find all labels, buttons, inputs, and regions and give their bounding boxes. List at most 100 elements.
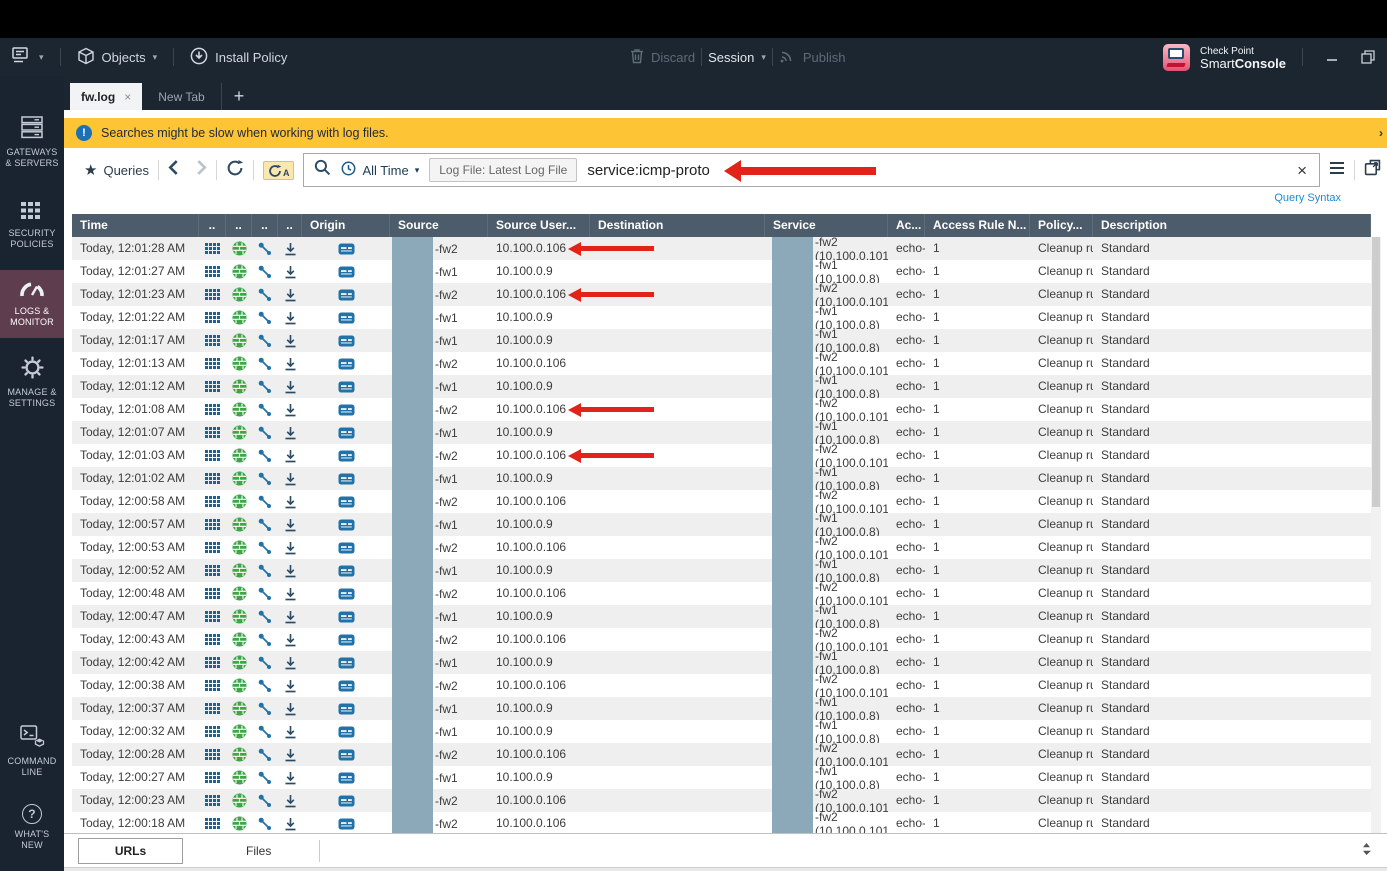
bottom-panel-tabs: URLs Files [64, 833, 1387, 867]
table-row[interactable]: Today, 12:01:07 AM -fw1 10.100.0.9 -fw1 … [72, 421, 1371, 444]
menu-icon[interactable] [1329, 161, 1345, 180]
redaction-overlay [772, 605, 813, 628]
tab-files[interactable]: Files [228, 844, 289, 858]
destination-label: -fw2 (10.100.0.101) [815, 789, 888, 812]
table-row[interactable]: Today, 12:00:23 AM -fw2 10.100.0.106 -fw… [72, 789, 1371, 812]
restore-button[interactable] [1355, 46, 1381, 68]
table-row[interactable]: Today, 12:00:52 AM -fw1 10.100.0.9 -fw1 … [72, 559, 1371, 582]
column-header[interactable]: .. [252, 214, 278, 237]
column-header[interactable]: Ac... [888, 214, 925, 237]
close-icon[interactable]: × [124, 90, 131, 104]
column-header[interactable]: Access Rule N... [925, 214, 1030, 237]
add-tab-button[interactable]: + [221, 83, 257, 110]
table-row[interactable]: Today, 12:01:12 AM -fw1 10.100.0.9 -fw1 … [72, 375, 1371, 398]
column-header[interactable]: Source [390, 214, 488, 237]
time-filter-dropdown[interactable]: All Time ▾ [341, 161, 419, 179]
column-header[interactable]: .. [278, 214, 302, 237]
tab-new-tab[interactable]: New Tab [142, 83, 220, 110]
collapse-panel-icon[interactable] [1362, 842, 1371, 860]
tab-fwlog[interactable]: fw.log × [70, 83, 142, 110]
forward-button[interactable] [196, 160, 207, 180]
table-row[interactable]: Today, 12:00:32 AM -fw1 10.100.0.9 -fw1 … [72, 720, 1371, 743]
source-ip: 10.100.0.9 [496, 471, 553, 485]
export-log-icon [278, 513, 302, 536]
sidebar-item-security-policies[interactable]: SECURITYPOLICIES [0, 191, 64, 260]
firewall-blade-icon [226, 306, 252, 329]
table-row[interactable]: Today, 12:00:48 AM -fw2 10.100.0.106 -fw… [72, 582, 1371, 605]
vertical-scrollbar[interactable] [1371, 237, 1381, 833]
table-row[interactable]: Today, 12:01:02 AM -fw1 10.100.0.9 -fw1 … [72, 467, 1371, 490]
sidebar-item-manage-settings[interactable]: MANAGE &SETTINGS [0, 346, 64, 419]
column-header[interactable]: Destination [590, 214, 765, 237]
publish-button[interactable]: Publish [779, 48, 846, 67]
column-header[interactable]: Description [1093, 214, 1371, 237]
minimize-button[interactable] [1319, 46, 1345, 68]
clear-query-icon[interactable]: × [1297, 162, 1307, 179]
table-row[interactable]: Today, 12:01:22 AM -fw1 10.100.0.9 -fw1 … [72, 306, 1371, 329]
source-ip: 10.100.0.106 [496, 632, 566, 646]
app-menu-button[interactable]: ▾ [12, 47, 44, 67]
table-row[interactable]: Today, 12:01:03 AM -fw2 10.100.0.106 -fw… [72, 444, 1371, 467]
table-row[interactable]: Today, 12:01:27 AM -fw1 10.100.0.9 -fw1 … [72, 260, 1371, 283]
sidebar-item-whats-new[interactable]: ? WHAT'SNEW [0, 794, 64, 861]
connection-icon [252, 513, 278, 536]
info-icon: ! [76, 125, 92, 141]
destination-label: -fw1 (10.100.0.8) [815, 697, 888, 720]
tab-urls[interactable]: URLs [78, 838, 183, 864]
connection-icon [252, 375, 278, 398]
table-row[interactable]: Today, 12:00:53 AM -fw2 10.100.0.106 -fw… [72, 536, 1371, 559]
table-row[interactable]: Today, 12:01:08 AM -fw2 10.100.0.106 -fw… [72, 398, 1371, 421]
back-button[interactable] [168, 160, 179, 180]
log-table-icon [199, 260, 226, 283]
install-policy-button[interactable]: Install Policy [190, 47, 287, 68]
sidebar-item-logs-monitor[interactable]: LOGS &MONITOR [0, 270, 64, 338]
redaction-overlay [772, 375, 813, 398]
column-header[interactable]: .. [199, 214, 226, 237]
column-header[interactable]: Service [765, 214, 888, 237]
connection-icon [252, 766, 278, 789]
table-row[interactable]: Today, 12:00:47 AM -fw1 10.100.0.9 -fw1 … [72, 605, 1371, 628]
table-row[interactable]: Today, 12:01:17 AM -fw1 10.100.0.9 -fw1 … [72, 329, 1371, 352]
auto-refresh-toggle[interactable]: A [263, 161, 295, 180]
scrollbar-thumb[interactable] [1372, 237, 1380, 507]
discard-button[interactable]: Discard [630, 48, 695, 67]
refresh-button[interactable] [226, 159, 244, 182]
table-row[interactable]: Today, 12:00:42 AM -fw1 10.100.0.9 -fw1 … [72, 651, 1371, 674]
table-row[interactable]: Today, 12:00:28 AM -fw2 10.100.0.106 -fw… [72, 743, 1371, 766]
column-header[interactable]: Origin [302, 214, 390, 237]
banner-expand-chevron-icon[interactable]: › [1379, 126, 1383, 140]
firewall-blade-icon [226, 490, 252, 513]
query-syntax-link[interactable]: Query Syntax [1274, 192, 1341, 212]
queries-button[interactable]: ★ Queries [84, 161, 149, 179]
destination-label: -fw2 (10.100.0.101) [815, 628, 888, 651]
cell-policy: Standard [1093, 260, 1371, 283]
log-file-chip[interactable]: Log File: Latest Log File [429, 158, 577, 182]
column-header[interactable]: Policy... [1030, 214, 1093, 237]
sidebar-item-gateways-servers[interactable]: GATEWAYS& SERVERS [0, 106, 64, 179]
column-header[interactable]: Time [72, 214, 199, 237]
annotation-arrow [724, 160, 876, 182]
column-header[interactable]: .. [226, 214, 252, 237]
objects-menu-button[interactable]: Objects ▾ [77, 47, 158, 68]
table-row[interactable]: Today, 12:01:13 AM -fw2 10.100.0.106 -fw… [72, 352, 1371, 375]
appliance-icon [302, 651, 390, 674]
open-in-new-window-icon[interactable] [1364, 159, 1381, 181]
query-search-input[interactable]: All Time ▾ Log File: Latest Log File ser… [303, 153, 1320, 187]
table-row[interactable]: Today, 12:00:58 AM -fw2 10.100.0.106 -fw… [72, 490, 1371, 513]
destination-label: -fw1 (10.100.0.8) [815, 306, 888, 329]
table-row[interactable]: Today, 12:00:57 AM -fw1 10.100.0.9 -fw1 … [72, 513, 1371, 536]
table-row[interactable]: Today, 12:00:37 AM -fw1 10.100.0.9 -fw1 … [72, 697, 1371, 720]
table-row[interactable]: Today, 12:00:38 AM -fw2 10.100.0.106 -fw… [72, 674, 1371, 697]
table-row[interactable]: Today, 12:00:27 AM -fw1 10.100.0.9 -fw1 … [72, 766, 1371, 789]
sidebar-item-command-line[interactable]: COMMANDLINE [0, 715, 64, 788]
column-header[interactable]: Source User... [488, 214, 590, 237]
cell-service: echo-request (ICMP) [888, 605, 925, 628]
origin-label: -fw2 [435, 748, 458, 762]
table-row[interactable]: Today, 12:01:23 AM -fw2 10.100.0.106 -fw… [72, 283, 1371, 306]
query-text[interactable]: service:icmp-proto [587, 162, 710, 179]
table-row[interactable]: Today, 12:01:28 AM -fw2 10.100.0.106 -fw… [72, 237, 1371, 260]
divider [216, 160, 217, 180]
session-menu-button[interactable]: Session ▾ [708, 50, 766, 65]
table-row[interactable]: Today, 12:00:43 AM -fw2 10.100.0.106 -fw… [72, 628, 1371, 651]
table-row[interactable]: Today, 12:00:18 AM -fw2 10.100.0.106 -fw… [72, 812, 1371, 833]
